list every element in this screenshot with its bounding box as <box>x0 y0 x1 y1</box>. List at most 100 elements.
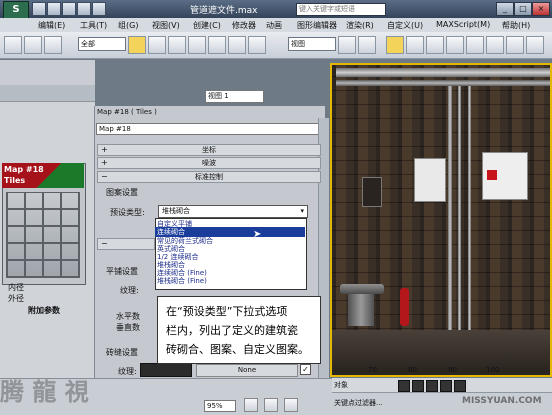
menu-edit[interactable]: 编辑(E) <box>38 20 65 31</box>
outer-radius-label: 外径 <box>8 294 24 303</box>
map-thumbnail-title: Map #18 <box>4 165 44 174</box>
menu-modifiers[interactable]: 修改器 <box>232 20 256 31</box>
layer-manager-icon[interactable] <box>486 36 504 54</box>
vertical-pipe <box>468 86 471 330</box>
link-icon[interactable] <box>44 36 62 54</box>
pattern-setup-label: 图案设置 <box>106 188 138 197</box>
material-name-field[interactable]: Map #18 <box>96 123 320 135</box>
render-icon[interactable] <box>526 36 544 54</box>
fire-extinguisher <box>400 288 409 326</box>
go-to-end-icon[interactable] <box>454 380 466 392</box>
overhead-pipe <box>336 80 550 86</box>
orbit-icon[interactable] <box>284 398 298 412</box>
rollout-coordinates-label: 坐标 <box>202 146 216 154</box>
close-button[interactable]: × <box>532 2 550 16</box>
undo-tool-icon[interactable] <box>4 36 22 54</box>
menu-rendering[interactable]: 渲染(R) <box>346 20 374 31</box>
menu-maxscript[interactable]: MAXScript(M) <box>436 20 490 29</box>
horizontal-count-label: 水平数 <box>116 312 140 321</box>
extra-params-label: 附加参数 <box>28 306 60 315</box>
callout-line: 在“预设类型”下拉式选项 <box>166 305 288 318</box>
menu-customize[interactable]: 自定义(U) <box>387 20 423 31</box>
vertical-pipe <box>448 86 452 330</box>
open-file-icon[interactable] <box>47 2 61 16</box>
align-icon[interactable] <box>466 36 484 54</box>
menu-views[interactable]: 视图(V) <box>152 20 180 31</box>
undo-icon[interactable] <box>77 2 91 16</box>
material-editor-icon[interactable] <box>506 36 524 54</box>
menu-tools[interactable]: 工具(T) <box>80 20 107 31</box>
next-frame-icon[interactable] <box>440 380 452 392</box>
move-icon[interactable] <box>208 36 226 54</box>
grout-map-checkbox[interactable]: ✓ <box>300 364 311 375</box>
preset-type-select[interactable]: 堆栈砌合 ▾ <box>158 205 308 218</box>
preset-type-value: 堆栈砌合 <box>162 207 190 215</box>
map-thumbnail-subtitle: Tiles <box>4 176 26 185</box>
menu-animation[interactable]: 动画 <box>266 20 282 31</box>
callout-line: 栏内，列出了定义的建筑瓷 <box>166 324 298 337</box>
material-header: Map #18 ( Tiles ) <box>97 108 157 116</box>
ruler-tick: 90 <box>448 366 457 374</box>
vertical-pipe <box>458 86 461 330</box>
redo-icon[interactable] <box>92 2 106 16</box>
select-manipulate-icon[interactable] <box>358 36 376 54</box>
play-icon[interactable] <box>426 380 438 392</box>
previous-frame-icon[interactable] <box>412 380 424 392</box>
rollout-standard-controls[interactable]: − 标准控制 <box>97 171 321 183</box>
floor-pipe-cap <box>340 284 384 294</box>
new-file-icon[interactable] <box>32 2 46 16</box>
watermark-logo: 腾 龍 視 <box>0 377 89 406</box>
menu-graph-editors[interactable]: 图形编辑器 <box>297 20 337 31</box>
rotate-icon[interactable] <box>228 36 246 54</box>
reference-coord-select[interactable]: 视图 <box>288 37 336 51</box>
redo-tool-icon[interactable] <box>24 36 42 54</box>
overhead-pipe <box>336 68 550 77</box>
object-label: 对象 <box>334 381 348 389</box>
fire-sign-icon <box>487 170 497 180</box>
zoom-select[interactable]: 95% <box>204 400 236 412</box>
wall-panel <box>362 177 382 207</box>
menu-help[interactable]: 帮助(H) <box>502 20 530 31</box>
zoom-icon[interactable] <box>244 398 258 412</box>
angle-snap-icon[interactable] <box>406 36 424 54</box>
search-input[interactable]: 键入关键字或短语 <box>296 3 386 16</box>
app-logo-icon[interactable]: S <box>3 1 29 19</box>
tutorial-callout: 在“预设类型”下拉式选项 栏内，列出了定义的建筑瓷 砖砌合、图案、自定义图案。 <box>157 296 321 364</box>
ruler-tick: 100 <box>486 366 500 374</box>
chevron-down-icon: ▾ <box>300 207 304 215</box>
ruler-tick: 80 <box>408 366 417 374</box>
rollout-noise[interactable]: + 噪波 <box>97 157 321 169</box>
select-object-icon[interactable] <box>128 36 146 54</box>
selection-filter-select[interactable]: 全部 <box>78 37 126 51</box>
save-file-icon[interactable] <box>62 2 76 16</box>
rect-selection-icon[interactable] <box>168 36 186 54</box>
maximize-button[interactable]: □ <box>514 2 532 16</box>
menu-group[interactable]: 组(G) <box>118 20 138 31</box>
mirror-icon[interactable] <box>446 36 464 54</box>
key-filters-button[interactable]: 关键点过滤器... <box>334 398 383 408</box>
ruler-tick: 70 <box>368 366 377 374</box>
snap-toggle-icon[interactable] <box>386 36 404 54</box>
scale-icon[interactable] <box>248 36 266 54</box>
window-crossing-icon[interactable] <box>188 36 206 54</box>
left-panel-header <box>0 85 95 102</box>
viewport-scene-floor <box>332 330 550 372</box>
minimize-button[interactable]: _ <box>496 2 514 16</box>
rollout-coordinates[interactable]: + 坐标 <box>97 144 321 156</box>
viewport-tab[interactable]: 视图 1 <box>205 90 264 103</box>
document-title: 管道遮文件.max <box>190 6 258 16</box>
percent-snap-icon[interactable] <box>426 36 444 54</box>
tile-setup-label: 平铺设置 <box>106 267 138 276</box>
select-by-name-icon[interactable] <box>148 36 166 54</box>
pan-icon[interactable] <box>264 398 278 412</box>
go-to-start-icon[interactable] <box>398 380 410 392</box>
rollout-advanced[interactable]: − <box>97 238 155 250</box>
pivot-icon[interactable] <box>338 36 356 54</box>
rollout-standard-controls-label: 标准控制 <box>195 173 223 181</box>
menu-create[interactable]: 创建(C) <box>193 20 221 31</box>
texture-label: 纹理: <box>120 286 139 295</box>
preset-option[interactable]: 堆栈砌合 (Fine) <box>157 276 207 286</box>
callout-line: 砖砌合、图案、自定义图案。 <box>166 343 309 356</box>
grout-setup-label: 砖缝设置 <box>106 348 138 357</box>
grout-map-button[interactable]: None <box>196 364 298 377</box>
